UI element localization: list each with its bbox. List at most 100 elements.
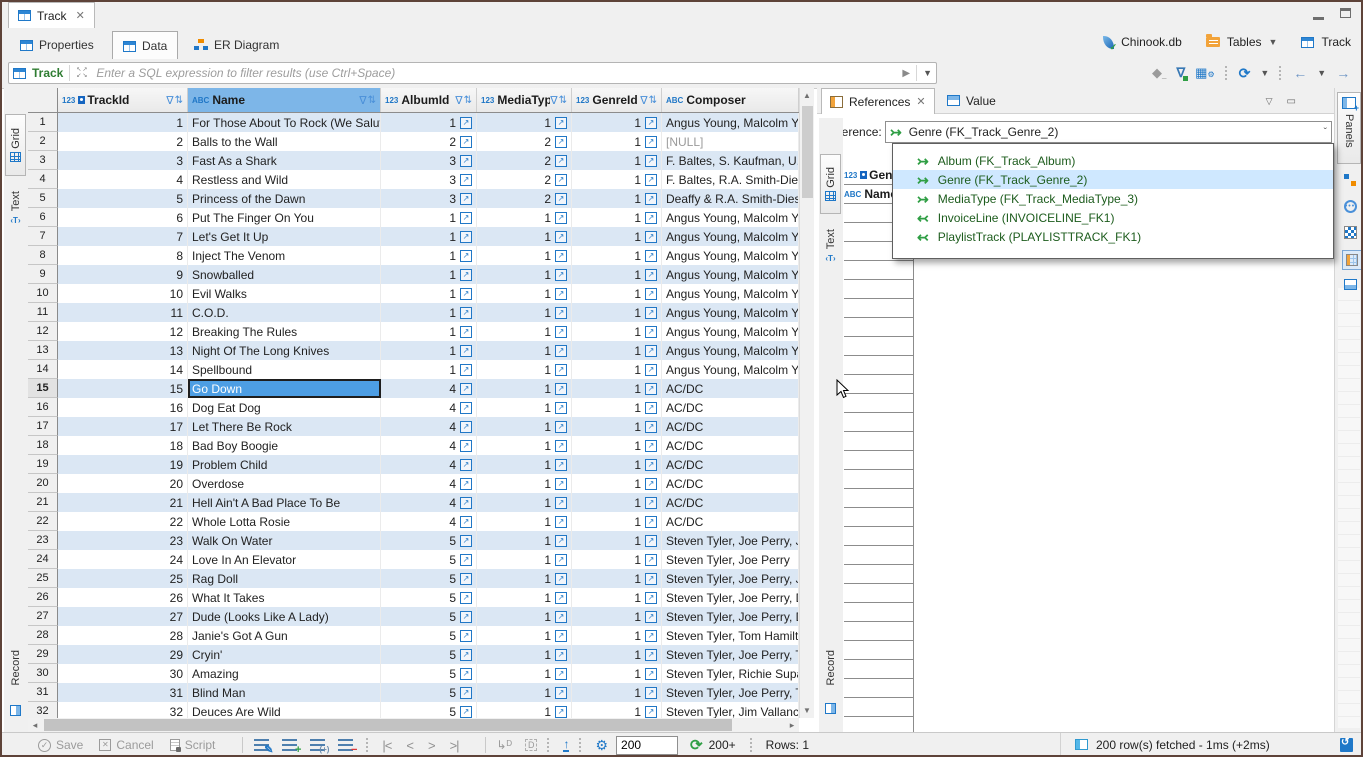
- open-reference-icon[interactable]: ↗: [460, 250, 472, 262]
- open-reference-icon[interactable]: ↗: [645, 516, 657, 528]
- cell-genreid[interactable]: 1↗: [572, 113, 662, 132]
- cell-composer[interactable]: Angus Young, Malcolm Young, Brian Johnso…: [662, 360, 799, 379]
- cell-albumid[interactable]: 5↗: [381, 645, 477, 664]
- open-reference-icon[interactable]: ↗: [555, 231, 567, 243]
- cell-name[interactable]: Go Down: [188, 379, 381, 398]
- cell-genreid[interactable]: 1↗: [572, 170, 662, 189]
- cell-name[interactable]: Rag Doll: [188, 569, 381, 588]
- open-reference-icon[interactable]: ↗: [555, 611, 567, 623]
- ref-tab-record[interactable]: Record: [820, 640, 841, 696]
- row-header[interactable]: 20: [28, 474, 58, 493]
- cell-genreid[interactable]: 1↗: [572, 341, 662, 360]
- open-reference-icon[interactable]: ↗: [460, 155, 472, 167]
- breadcrumb-database[interactable]: Chinook.db: [1121, 35, 1182, 49]
- cell-name[interactable]: Princess of the Dawn: [188, 189, 381, 208]
- save-button[interactable]: ✓ Save: [38, 738, 83, 752]
- open-reference-icon[interactable]: ↗: [555, 649, 567, 661]
- open-reference-icon[interactable]: ↗: [460, 611, 472, 623]
- fetch-more-label[interactable]: 200+: [709, 738, 736, 752]
- cell-trackid[interactable]: 13: [58, 341, 188, 360]
- cell-composer[interactable]: Steven Tyler, Joe Perry, Desmond Child: [662, 588, 799, 607]
- cell-composer[interactable]: AC/DC: [662, 398, 799, 417]
- cell-name[interactable]: Blind Man: [188, 683, 381, 702]
- open-reference-icon[interactable]: ↗: [645, 250, 657, 262]
- cell-trackid[interactable]: 10: [58, 284, 188, 303]
- record-mode-icon[interactable]: [5, 700, 26, 720]
- open-reference-icon[interactable]: ↗: [555, 250, 567, 262]
- cell-albumid[interactable]: 1↗: [381, 208, 477, 227]
- cell-genreid[interactable]: 1↗: [572, 189, 662, 208]
- cell-genreid[interactable]: 1↗: [572, 246, 662, 265]
- cell-composer[interactable]: Angus Young, Malcolm Young, Brian Johnso…: [662, 113, 799, 132]
- row-header[interactable]: 28: [28, 626, 58, 645]
- horizontal-scrollbar[interactable]: ◂ ▸: [28, 718, 799, 732]
- tab-value[interactable]: Value: [939, 88, 1004, 113]
- cell-albumid[interactable]: 5↗: [381, 569, 477, 588]
- open-reference-icon[interactable]: ↗: [460, 117, 472, 129]
- cell-genreid[interactable]: 1↗: [572, 626, 662, 645]
- cell-albumid[interactable]: 3↗: [381, 170, 477, 189]
- cell-genreid[interactable]: 1↗: [572, 417, 662, 436]
- open-reference-icon[interactable]: ↗: [555, 516, 567, 528]
- cell-mediatypeid[interactable]: 1↗: [477, 113, 572, 132]
- cell-name[interactable]: Walk On Water: [188, 531, 381, 550]
- cell-mediatypeid[interactable]: 1↗: [477, 550, 572, 569]
- dropdown-item[interactable]: ↣MediaType (FK_Track_MediaType_3): [893, 189, 1333, 208]
- row-header[interactable]: 12: [28, 322, 58, 341]
- cell-albumid[interactable]: 3↗: [381, 189, 477, 208]
- cell-genreid[interactable]: 1↗: [572, 550, 662, 569]
- cell-mediatypeid[interactable]: 1↗: [477, 702, 572, 718]
- cell-genreid[interactable]: 1↗: [572, 474, 662, 493]
- cell-mediatypeid[interactable]: 1↗: [477, 455, 572, 474]
- open-reference-icon[interactable]: ↗: [645, 649, 657, 661]
- tab-grid-presentation[interactable]: Grid: [5, 114, 26, 176]
- references-panel-icon[interactable]: [1342, 250, 1362, 270]
- cell-mediatypeid[interactable]: 1↗: [477, 664, 572, 683]
- open-reference-icon[interactable]: ↗: [460, 649, 472, 661]
- cell-trackid[interactable]: 3: [58, 151, 188, 170]
- open-reference-icon[interactable]: ↗: [555, 288, 567, 300]
- open-reference-icon[interactable]: ↗: [645, 212, 657, 224]
- open-reference-icon[interactable]: ↗: [645, 554, 657, 566]
- open-reference-icon[interactable]: ↗: [645, 307, 657, 319]
- open-reference-icon[interactable]: ↗: [460, 706, 472, 718]
- open-reference-icon[interactable]: ↗: [460, 440, 472, 452]
- open-reference-icon[interactable]: ↗: [460, 307, 472, 319]
- open-reference-icon[interactable]: ↗: [555, 364, 567, 376]
- filter-sort-icon[interactable]: ∇⇅: [455, 94, 472, 107]
- open-reference-icon[interactable]: ↗: [555, 193, 567, 205]
- open-reference-icon[interactable]: ↗: [645, 668, 657, 680]
- row-header[interactable]: 22: [28, 512, 58, 531]
- cell-trackid[interactable]: 11: [58, 303, 188, 322]
- cell-trackid[interactable]: 8: [58, 246, 188, 265]
- cell-name[interactable]: Let There Be Rock: [188, 417, 381, 436]
- close-icon[interactable]: ✕: [76, 9, 85, 22]
- cell-composer[interactable]: Steven Tyler, Richie Supa: [662, 664, 799, 683]
- vertical-scrollbar[interactable]: ▲ ▼: [799, 88, 814, 718]
- open-reference-icon[interactable]: ↗: [555, 307, 567, 319]
- cell-albumid[interactable]: 1↗: [381, 284, 477, 303]
- cell-mediatypeid[interactable]: 1↗: [477, 360, 572, 379]
- cell-albumid[interactable]: 1↗: [381, 341, 477, 360]
- open-reference-icon[interactable]: ↗: [460, 402, 472, 414]
- erase-filter-icon[interactable]: ◆_: [1152, 65, 1166, 81]
- cell-name[interactable]: Janie's Got A Gun: [188, 626, 381, 645]
- row-header[interactable]: 18: [28, 436, 58, 455]
- filter-sort-icon[interactable]: ∇⇅: [359, 94, 376, 107]
- cell-trackid[interactable]: 27: [58, 607, 188, 626]
- filter-sort-icon[interactable]: ∇⇅: [550, 94, 567, 107]
- maximize-icon[interactable]: [1340, 8, 1351, 18]
- cell-trackid[interactable]: 26: [58, 588, 188, 607]
- cell-trackid[interactable]: 31: [58, 683, 188, 702]
- cancel-button[interactable]: ✕ Cancel: [99, 738, 153, 752]
- cell-composer[interactable]: AC/DC: [662, 474, 799, 493]
- cell-genreid[interactable]: 1↗: [572, 588, 662, 607]
- cell-composer[interactable]: Angus Young, Malcolm Young, Brian Johnso…: [662, 246, 799, 265]
- cell-mediatypeid[interactable]: 1↗: [477, 436, 572, 455]
- breadcrumb-folder[interactable]: Tables: [1227, 35, 1262, 49]
- open-reference-icon[interactable]: ↗: [460, 212, 472, 224]
- cell-composer[interactable]: AC/DC: [662, 417, 799, 436]
- cell-albumid[interactable]: 1↗: [381, 113, 477, 132]
- cell-composer[interactable]: Angus Young, Malcolm Young, Brian Johnso…: [662, 303, 799, 322]
- cell-trackid[interactable]: 17: [58, 417, 188, 436]
